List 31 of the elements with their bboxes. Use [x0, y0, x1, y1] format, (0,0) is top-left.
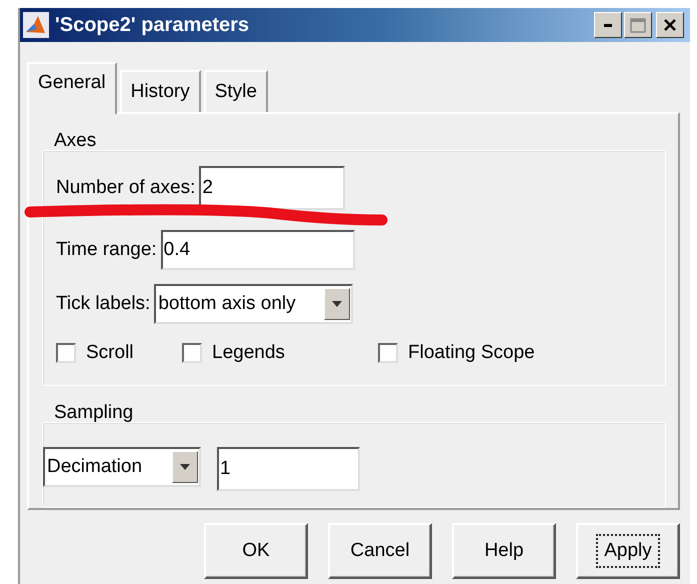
- tab[interactable]: History: [120, 70, 201, 112]
- field-label: Time range:: [56, 239, 157, 261]
- dialog-button[interactable]: Apply: [576, 523, 680, 579]
- app-icon: [23, 12, 49, 38]
- checkbox[interactable]: [182, 343, 202, 363]
- dropdown[interactable]: bottom axis only: [154, 284, 354, 324]
- minimize-icon: [604, 24, 612, 26]
- maximize-button[interactable]: [624, 12, 652, 38]
- input-field[interactable]: 1: [217, 447, 360, 491]
- group-title: Sampling: [54, 402, 134, 424]
- input-field[interactable]: 0.4: [160, 230, 355, 270]
- input-field[interactable]: 2: [199, 166, 346, 210]
- dialog-button[interactable]: Cancel: [328, 523, 432, 579]
- checkbox-label: Scroll: [86, 342, 134, 364]
- field-label: Tick labels:: [56, 293, 150, 315]
- dialog-button[interactable]: OK: [204, 523, 308, 579]
- group-title: Axes: [54, 130, 96, 152]
- checkbox[interactable]: [56, 343, 76, 363]
- field-label: Number of axes:: [56, 177, 196, 199]
- dropdown[interactable]: Decimation: [43, 447, 201, 487]
- maximize-icon: [630, 18, 646, 32]
- tab[interactable]: Style: [204, 70, 268, 112]
- close-button[interactable]: [656, 12, 684, 38]
- minimize-button[interactable]: [594, 12, 622, 38]
- close-icon: [664, 19, 676, 31]
- checkbox-label: Floating Scope: [408, 342, 535, 364]
- checkbox-label: Legends: [212, 342, 285, 364]
- window-title: 'Scope2' parameters: [55, 14, 250, 36]
- checkbox[interactable]: [378, 343, 398, 363]
- tab[interactable]: General: [27, 62, 117, 114]
- dialog-button[interactable]: Help: [452, 523, 556, 579]
